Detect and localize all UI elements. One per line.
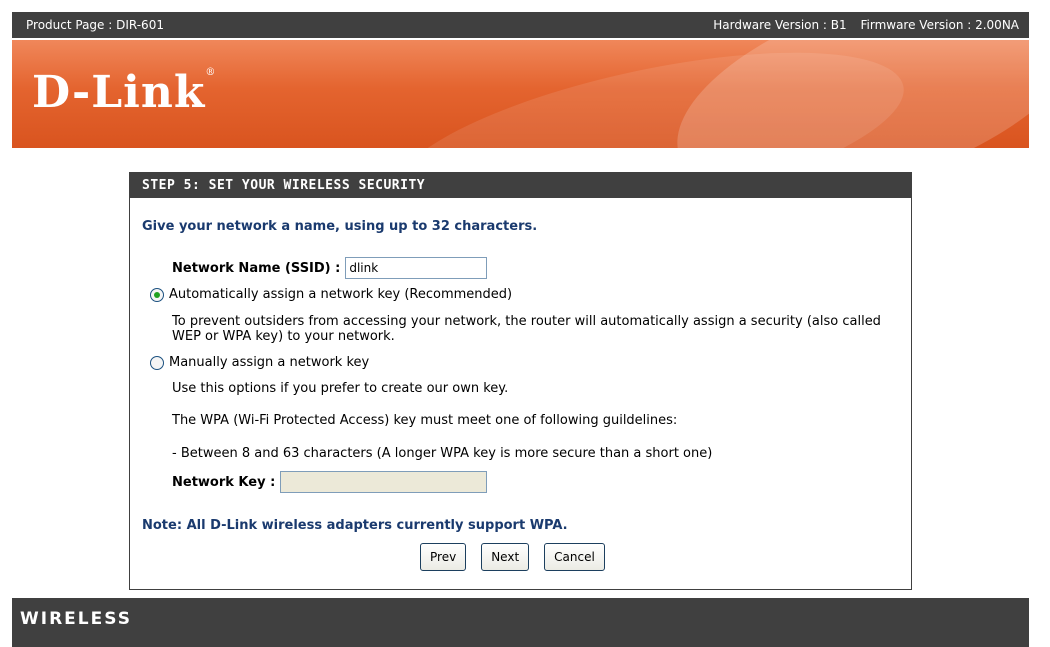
- auto-key-description: To prevent outsiders from accessing your…: [172, 314, 881, 344]
- manual-key-radio[interactable]: [150, 355, 164, 370]
- ssid-row: Network Name (SSID) :: [172, 257, 488, 279]
- next-button[interactable]: Next: [481, 543, 530, 571]
- manual-key-description: Use this options if you prefer to create…: [172, 381, 509, 396]
- auto-key-radio[interactable]: [150, 287, 164, 302]
- banner-swoosh: [651, 40, 1029, 148]
- wpa-note: Note: All D-Link wireless adapters curre…: [142, 518, 568, 533]
- cancel-button[interactable]: Cancel: [544, 543, 605, 571]
- network-key-label: Network Key :: [172, 474, 276, 490]
- radio-manual-row[interactable]: Manually assign a network key: [150, 355, 369, 370]
- top-info-bar: Product Page : DIR-601 Hardware Version …: [12, 12, 1029, 38]
- wpa-guidelines-text: The WPA (Wi-Fi Protected Access) key mus…: [172, 413, 678, 428]
- network-key-row: Network Key :: [172, 471, 488, 493]
- wizard-panel: STEP 5: SET YOUR WIRELESS SECURITY Give …: [129, 172, 912, 590]
- manual-key-label[interactable]: Manually assign a network key: [169, 355, 369, 370]
- prev-button[interactable]: Prev: [420, 543, 467, 571]
- version-info: Hardware Version : B1 Firmware Version :…: [703, 18, 1019, 32]
- ssid-input[interactable]: [345, 257, 488, 279]
- header-banner: D-Link®: [12, 40, 1029, 148]
- wpa-length-guideline: - Between 8 and 63 characters (A longer …: [172, 446, 713, 461]
- footer-label: WIRELESS: [20, 609, 132, 629]
- auto-key-label[interactable]: Automatically assign a network key (Reco…: [169, 287, 512, 302]
- footer-bar: WIRELESS: [12, 598, 1029, 647]
- hardware-version: Hardware Version : B1: [713, 18, 847, 32]
- ssid-label: Network Name (SSID) :: [172, 260, 341, 276]
- intro-text: Give your network a name, using up to 32…: [142, 219, 538, 234]
- panel-title: STEP 5: SET YOUR WIRELESS SECURITY: [130, 173, 911, 198]
- firmware-version: Firmware Version : 2.00NA: [860, 18, 1019, 32]
- dlink-logo: D-Link®: [32, 67, 217, 118]
- radio-auto-row[interactable]: Automatically assign a network key (Reco…: [150, 287, 512, 302]
- wizard-buttons: Prev Next Cancel: [420, 543, 605, 571]
- product-page-label: Product Page : DIR-601: [26, 18, 164, 32]
- network-key-input[interactable]: [280, 471, 488, 493]
